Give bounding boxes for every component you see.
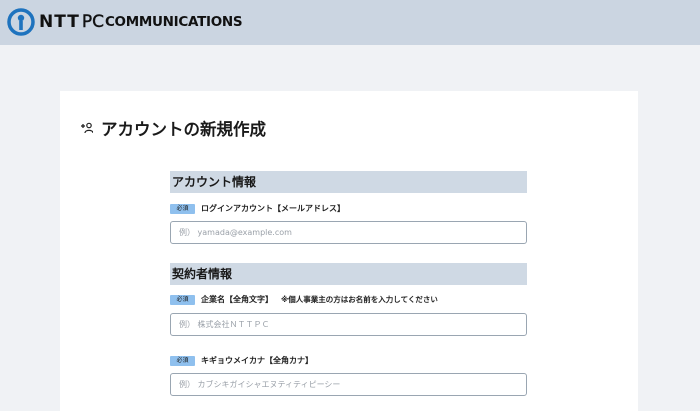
logo-text-ntt: NTT [39, 12, 80, 32]
ntt-logo-icon [7, 8, 35, 36]
form-card: アカウントの新規作成 アカウント情報 必須 ログインアカウント【メールアドレス】… [60, 91, 638, 411]
login-email-input[interactable] [170, 221, 527, 244]
section-header-account: アカウント情報 [170, 171, 527, 193]
required-badge: 必須 [170, 203, 195, 214]
required-badge: 必須 [170, 355, 195, 366]
company-kana-field-label: キギョウメイカナ【全角カナ】 [201, 356, 313, 365]
section-header-contractor: 契約者情報 [170, 263, 527, 285]
required-badge: 必須 [170, 294, 195, 305]
top-header-bar: NTT PC COMMUNICATIONS [0, 0, 700, 45]
company-field-label-row: 必須 企業名【全角文字】 ※個人事業主の方はお名前を入力してください [170, 294, 438, 305]
logo-text-communications: COMMUNICATIONS [104, 14, 243, 30]
company-field-label: 企業名【全角文字】 [201, 295, 273, 304]
add-user-icon [81, 122, 93, 134]
page-title: アカウントの新規作成 [101, 120, 266, 139]
company-kana-field-label-row: 必須 キギョウメイカナ【全角カナ】 [170, 355, 313, 366]
logo-text-pc: PC [81, 12, 105, 32]
company-name-input[interactable] [170, 313, 527, 336]
ntt-pc-logo[interactable]: NTT PC COMMUNICATIONS [7, 8, 243, 36]
company-kana-input[interactable] [170, 373, 527, 396]
company-field-note: ※個人事業主の方はお名前を入力してください [281, 295, 438, 304]
login-field-label-row: 必須 ログインアカウント【メールアドレス】 [170, 203, 345, 214]
login-field-label: ログインアカウント【メールアドレス】 [201, 204, 345, 213]
page-title-row: アカウントの新規作成 [80, 116, 266, 140]
